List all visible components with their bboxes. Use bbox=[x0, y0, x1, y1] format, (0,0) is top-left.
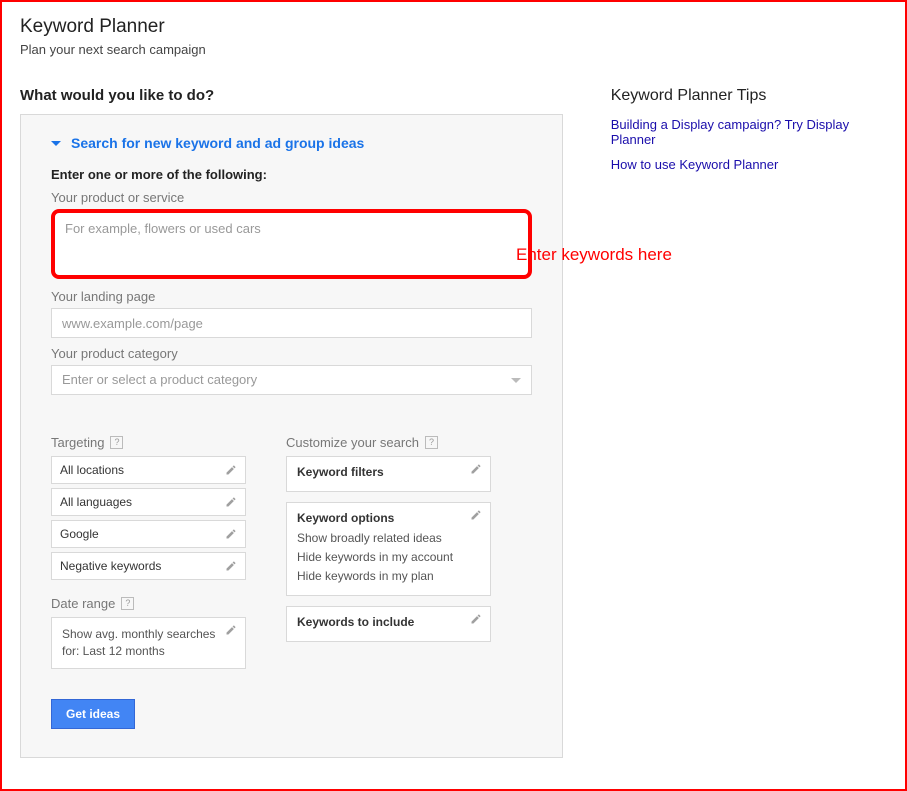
targeting-locations-text: All locations bbox=[60, 463, 124, 477]
targeting-languages-text: All languages bbox=[60, 495, 132, 509]
daterange-text: Show avg. monthly searches for: Last 12 … bbox=[62, 627, 215, 658]
help-icon[interactable]: ? bbox=[110, 436, 123, 449]
keywords-include-title: Keywords to include bbox=[297, 615, 480, 629]
keyword-options-line: Hide keywords in my account bbox=[297, 548, 480, 567]
expand-title: Search for new keyword and ad group idea… bbox=[71, 135, 364, 151]
pencil-icon bbox=[470, 463, 482, 475]
keyword-options-line: Show broadly related ideas bbox=[297, 529, 480, 548]
question-heading: What would you like to do? bbox=[20, 87, 563, 104]
enter-label: Enter one or more of the following: bbox=[51, 167, 532, 182]
pencil-icon bbox=[225, 464, 237, 476]
tips-link-how-to-use[interactable]: How to use Keyword Planner bbox=[611, 157, 887, 172]
keyword-options-title: Keyword options bbox=[297, 511, 480, 525]
product-service-input[interactable]: For example, flowers or used cars bbox=[51, 209, 532, 279]
caret-down-icon bbox=[51, 141, 61, 146]
landing-page-label: Your landing page bbox=[51, 289, 532, 304]
daterange-label: Date range bbox=[51, 596, 115, 611]
pencil-icon bbox=[225, 528, 237, 540]
targeting-networks-text: Google bbox=[60, 527, 99, 541]
pencil-icon bbox=[225, 560, 237, 572]
targeting-negative-keywords[interactable]: Negative keywords bbox=[51, 552, 246, 580]
keyword-filters-box[interactable]: Keyword filters bbox=[286, 456, 491, 492]
tips-heading: Keyword Planner Tips bbox=[611, 87, 887, 105]
landing-page-placeholder: www.example.com/page bbox=[62, 316, 203, 331]
targeting-label: Targeting bbox=[51, 435, 104, 450]
targeting-languages[interactable]: All languages bbox=[51, 488, 246, 516]
pencil-icon bbox=[470, 613, 482, 625]
daterange-box[interactable]: Show avg. monthly searches for: Last 12 … bbox=[51, 617, 246, 669]
product-category-select[interactable]: Enter or select a product category bbox=[51, 365, 532, 395]
planner-panel: Search for new keyword and ad group idea… bbox=[20, 114, 563, 758]
chevron-down-icon bbox=[511, 378, 521, 383]
page-title: Keyword Planner bbox=[20, 16, 887, 38]
product-service-label: Your product or service bbox=[51, 190, 532, 205]
customize-label: Customize your search bbox=[286, 435, 419, 450]
help-icon[interactable]: ? bbox=[425, 436, 438, 449]
product-category-placeholder: Enter or select a product category bbox=[62, 365, 257, 395]
product-category-label: Your product category bbox=[51, 346, 532, 361]
tips-link-display-planner[interactable]: Building a Display campaign? Try Display… bbox=[611, 117, 887, 147]
expand-search-ideas[interactable]: Search for new keyword and ad group idea… bbox=[51, 135, 532, 151]
targeting-networks[interactable]: Google bbox=[51, 520, 246, 548]
landing-page-input[interactable]: www.example.com/page bbox=[51, 308, 532, 338]
targeting-locations[interactable]: All locations bbox=[51, 456, 246, 484]
get-ideas-button[interactable]: Get ideas bbox=[51, 699, 135, 729]
keyword-filters-title: Keyword filters bbox=[297, 465, 480, 479]
targeting-negative-text: Negative keywords bbox=[60, 559, 161, 573]
help-icon[interactable]: ? bbox=[121, 597, 134, 610]
pencil-icon bbox=[470, 509, 482, 521]
product-service-placeholder: For example, flowers or used cars bbox=[65, 221, 261, 236]
keyword-options-box[interactable]: Keyword options Show broadly related ide… bbox=[286, 502, 491, 596]
annotation-enter-keywords: Enter keywords here bbox=[516, 245, 672, 265]
pencil-icon bbox=[225, 624, 237, 636]
keyword-options-line: Hide keywords in my plan bbox=[297, 567, 480, 586]
page-subtitle: Plan your next search campaign bbox=[20, 42, 887, 57]
pencil-icon bbox=[225, 496, 237, 508]
keywords-include-box[interactable]: Keywords to include bbox=[286, 606, 491, 642]
